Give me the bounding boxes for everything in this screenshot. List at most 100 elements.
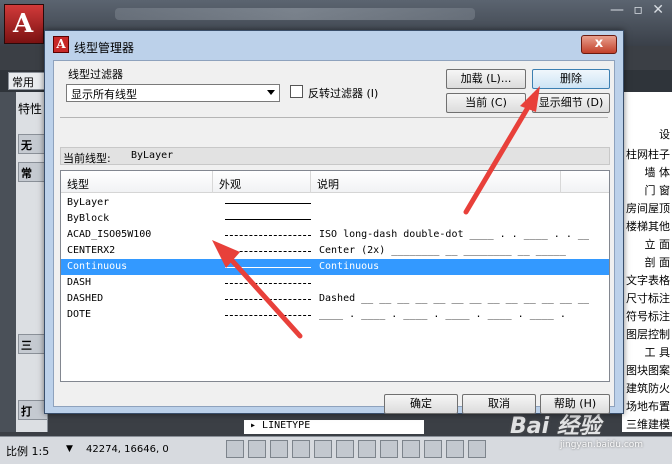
- minimize-icon[interactable]: —: [610, 2, 624, 24]
- linetype-preview: [225, 315, 311, 316]
- otrack-toggle-icon[interactable]: [336, 440, 354, 458]
- menu-item[interactable]: 柱网柱子: [622, 146, 672, 166]
- dialog-close-button[interactable]: x: [581, 35, 617, 54]
- column-header-appearance[interactable]: 外观: [213, 171, 311, 193]
- menu-item[interactable]: 剖 面: [622, 254, 672, 274]
- command-text: LINETYPE: [262, 420, 311, 431]
- linetype-preview: [225, 219, 311, 220]
- menu-item[interactable]: 符号标注: [622, 308, 672, 328]
- invert-filter-label: 反转过滤器 (I): [308, 87, 379, 100]
- selection-cycling-icon[interactable]: [446, 440, 464, 458]
- coordinate-readout: 42274, 16646, 0: [86, 444, 169, 455]
- menu-item[interactable]: 立 面: [622, 236, 672, 256]
- osnap-toggle-icon[interactable]: [314, 440, 332, 458]
- linetype-name: DASHED: [67, 293, 104, 304]
- menu-item[interactable]: 文字表格: [622, 272, 672, 292]
- ducs-toggle-icon[interactable]: [358, 440, 376, 458]
- annotation-monitor-icon[interactable]: [468, 440, 486, 458]
- scale-selector[interactable]: 比例 1:5: [6, 443, 49, 459]
- list-item[interactable]: DASHED Dashed __ __ __ __ __ __ __ __ __…: [61, 291, 609, 307]
- polar-toggle-icon[interactable]: [292, 440, 310, 458]
- linetype-description: ISO long-dash double-dot ____ . . ____ .…: [319, 229, 589, 240]
- palette-grip[interactable]: [0, 92, 16, 432]
- separator: [60, 117, 608, 118]
- linetype-preview: [225, 267, 311, 268]
- linetype-preview: [225, 299, 311, 300]
- help-button[interactable]: 帮助 (H): [540, 394, 610, 414]
- list-item-selected[interactable]: Continuous Continuous: [61, 259, 609, 275]
- linetype-description: Dashed __ __ __ __ __ __ __ __ __ __ __ …: [319, 293, 589, 304]
- linetype-preview: [225, 283, 311, 284]
- scale-dropdown-icon[interactable]: ▼: [66, 444, 73, 454]
- list-item[interactable]: DASH: [61, 275, 609, 291]
- menu-item[interactable]: 尺寸标注: [622, 290, 672, 310]
- linetype-description: Continuous: [319, 261, 380, 272]
- command-line[interactable]: ▸ LINETYPE: [244, 420, 424, 434]
- current-linetype-value: ByLayer: [131, 150, 174, 161]
- baidu-watermark-url: jingyan.baidu.com: [560, 440, 644, 450]
- list-item[interactable]: CENTERX2 Center (2x) ________ __ _______…: [61, 243, 609, 259]
- delete-button[interactable]: 删除: [532, 69, 610, 89]
- autocad-logo-icon[interactable]: A: [4, 4, 44, 44]
- maximize-icon[interactable]: ▫: [633, 2, 643, 24]
- linetype-name: CENTERX2: [67, 245, 116, 256]
- linetype-name: ByBlock: [67, 213, 110, 224]
- current-linetype-label: 当前线型:: [63, 152, 111, 165]
- autocad-app-icon: A: [53, 36, 69, 53]
- load-button[interactable]: 加载 (L)...: [446, 69, 526, 89]
- current-button[interactable]: 当前 (C): [446, 93, 526, 113]
- linetype-preview: [225, 235, 311, 236]
- command-prompt-icon: ▸: [250, 420, 263, 431]
- list-item[interactable]: ByBlock: [61, 211, 609, 227]
- lineweight-toggle-icon[interactable]: [402, 440, 420, 458]
- menu-item[interactable]: 三维建模: [622, 416, 672, 436]
- menu-item[interactable]: 门 窗: [622, 182, 672, 202]
- column-header-description[interactable]: 说明: [311, 171, 561, 193]
- dialog-title: 线型管理器: [74, 41, 135, 55]
- linetype-name: Continuous: [67, 261, 128, 272]
- app-window-title: [115, 8, 475, 20]
- menu-item[interactable]: 墙 体: [622, 164, 672, 184]
- list-header: 线型 外观 说明: [61, 171, 609, 193]
- menu-item[interactable]: 图块图案: [622, 362, 672, 382]
- menu-item[interactable]: 设: [622, 126, 672, 146]
- menu-item[interactable]: 房间屋顶: [622, 200, 672, 220]
- linetype-name: DASH: [67, 277, 92, 288]
- filter-group-label: 线型过滤器: [68, 68, 123, 81]
- menu-item[interactable]: 建筑防火: [622, 380, 672, 400]
- grid-toggle-icon[interactable]: [248, 440, 266, 458]
- close-icon[interactable]: ✕: [652, 2, 664, 24]
- linetype-preview: [225, 251, 311, 252]
- menu-item[interactable]: 场地布置: [622, 398, 672, 418]
- transparency-toggle-icon[interactable]: [424, 440, 442, 458]
- dyn-toggle-icon[interactable]: [380, 440, 398, 458]
- linetype-filter-select[interactable]: 显示所有线型: [66, 84, 280, 102]
- ortho-toggle-icon[interactable]: [270, 440, 288, 458]
- invert-filter-checkbox[interactable]: [290, 85, 303, 98]
- list-item[interactable]: DOTE ____ . ____ . ____ . ____ . ____ . …: [61, 307, 609, 323]
- tab-common[interactable]: 常用: [8, 72, 48, 90]
- window-controls: — ▫ ✕: [610, 2, 664, 24]
- linetype-name: ACAD_ISO05W100: [67, 229, 152, 240]
- chevron-down-icon: [267, 90, 275, 95]
- linetype-description: ____ . ____ . ____ . ____ . ____ . ____ …: [319, 309, 566, 320]
- ok-button[interactable]: 确定: [384, 394, 458, 414]
- cancel-button[interactable]: 取消: [462, 394, 536, 414]
- menu-item[interactable]: 图层控制: [622, 326, 672, 346]
- snap-toggle-icon[interactable]: [226, 440, 244, 458]
- list-item[interactable]: ByLayer: [61, 195, 609, 211]
- panel-title-properties: 特性: [18, 102, 43, 116]
- list-right-border: [609, 171, 610, 382]
- linetype-list[interactable]: 线型 外观 说明 ByLayer ByBlock ACAD_ISO05W100 …: [60, 170, 610, 382]
- linetype-filter-value: 显示所有线型: [71, 88, 137, 101]
- column-header-linetype[interactable]: 线型: [61, 171, 213, 193]
- dialog-title-bar[interactable]: A 线型管理器 x: [45, 31, 623, 59]
- show-details-button[interactable]: 显示细节 (D): [532, 93, 610, 113]
- linetype-manager-dialog: A 线型管理器 x 线型过滤器 显示所有线型 反转过滤器 (I) 加载 (L).…: [44, 30, 624, 414]
- linetype-preview: [225, 203, 311, 204]
- linetype-description: Center (2x) ________ __ ________ __ ____…: [319, 245, 566, 256]
- menu-item[interactable]: 工 具: [622, 344, 672, 364]
- list-item[interactable]: ACAD_ISO05W100 ISO long-dash double-dot …: [61, 227, 609, 243]
- dialog-body: 线型过滤器 显示所有线型 反转过滤器 (I) 加载 (L)... 删除 当前 (…: [53, 60, 615, 414]
- menu-item[interactable]: 楼梯其他: [622, 218, 672, 238]
